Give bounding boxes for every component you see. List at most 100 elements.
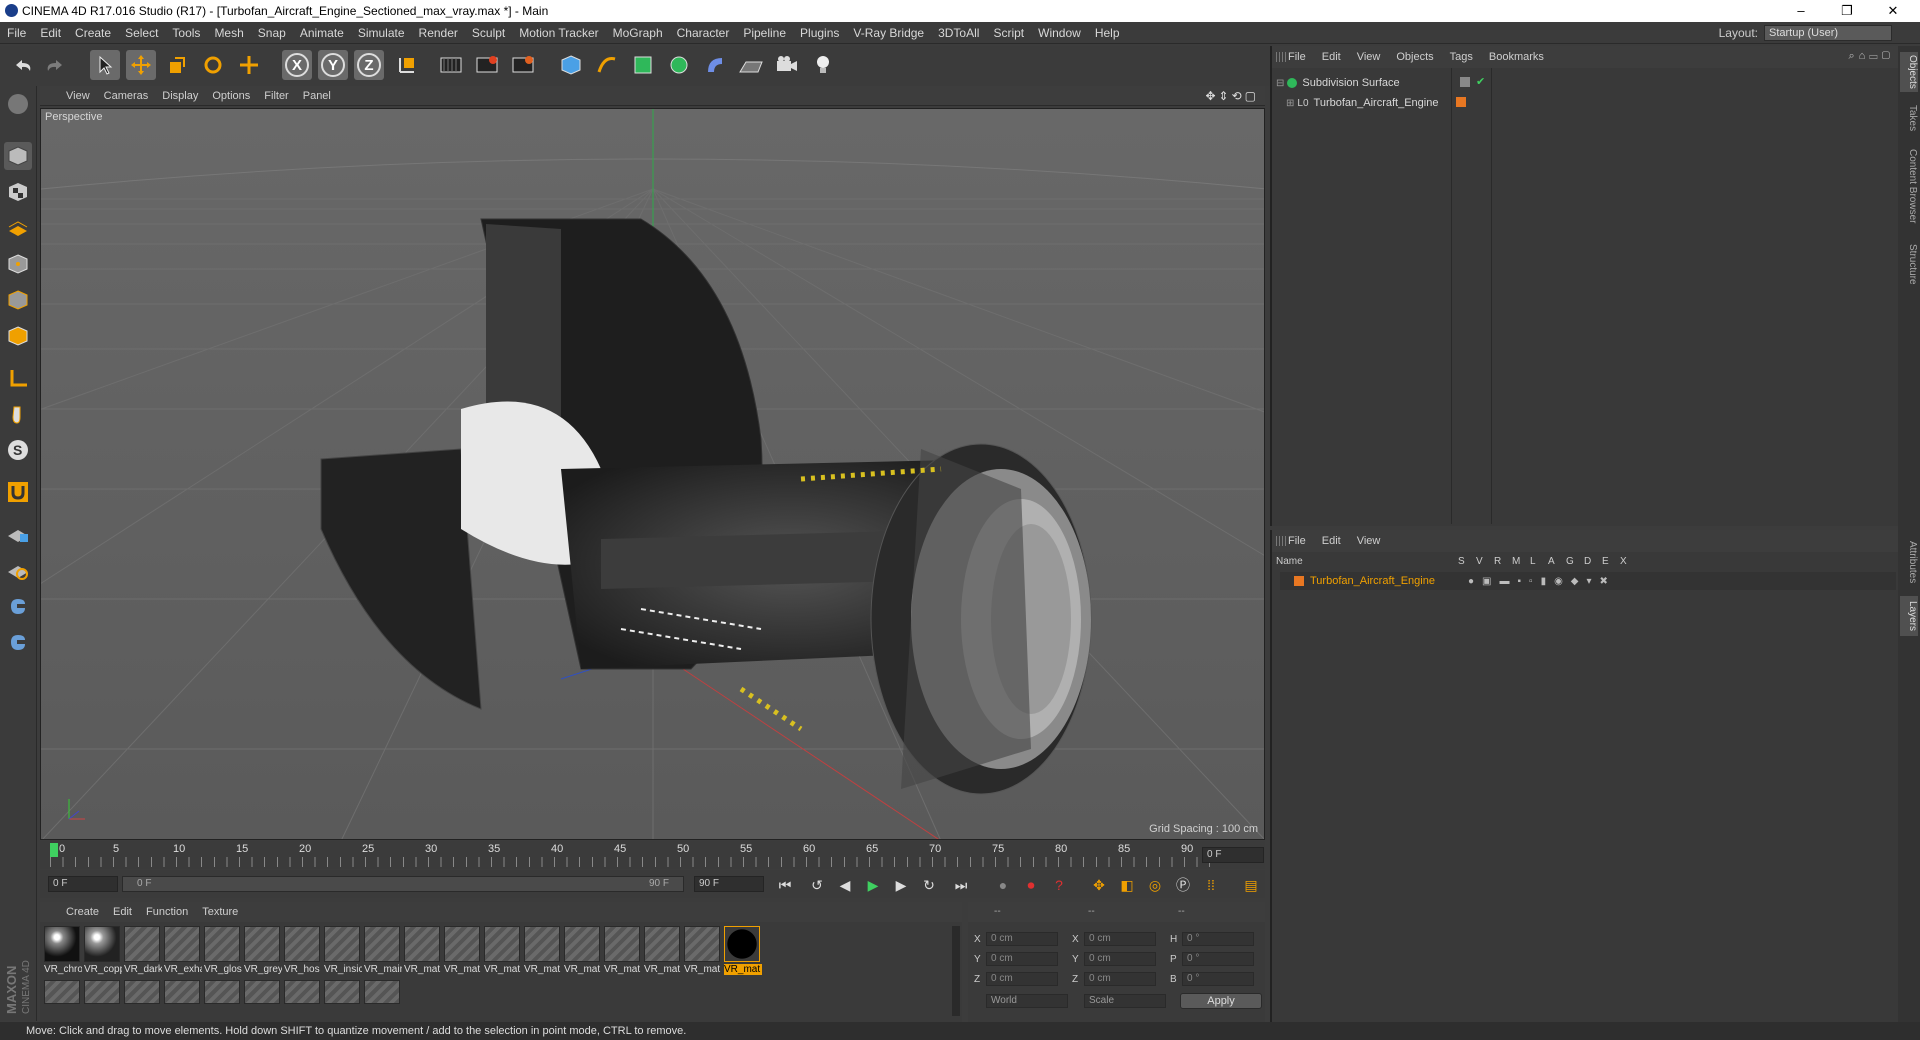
floor-scene-icon[interactable] — [736, 50, 766, 80]
last-tool-icon[interactable] — [234, 50, 264, 80]
workplane-mode-icon[interactable] — [4, 214, 32, 242]
key-rotation-icon[interactable]: ◎ — [1144, 874, 1166, 896]
material-swatch[interactable] — [444, 926, 480, 962]
menu-pipeline[interactable]: Pipeline — [736, 26, 793, 40]
visibility-toggle-icon[interactable] — [1460, 77, 1470, 87]
y-axis-lock-icon[interactable]: Y — [318, 50, 348, 80]
material-menu-function[interactable]: Function — [146, 906, 188, 918]
undo-icon[interactable] — [8, 50, 38, 80]
material-swatch[interactable] — [164, 980, 200, 1004]
collapse-icon[interactable]: ⊟ — [1276, 78, 1284, 89]
coord-scale-dropdown[interactable]: Scale — [1084, 994, 1166, 1008]
cube-primitive-icon[interactable] — [556, 50, 586, 80]
end-frame-field[interactable]: 90 F — [694, 876, 764, 892]
object-row-turbofan[interactable]: ⊞ L0 Turbofan_Aircraft_Engine — [1286, 94, 1466, 112]
light-bulb-icon[interactable] — [808, 50, 838, 80]
material-swatch[interactable] — [204, 980, 240, 1004]
select-arrow-icon[interactable] — [90, 50, 120, 80]
coord-pos-x-field[interactable]: 0 cm — [986, 932, 1058, 946]
menu-motion-tracker[interactable]: Motion Tracker — [512, 26, 605, 40]
camera-icon[interactable] — [772, 50, 802, 80]
points-mode-icon[interactable] — [4, 250, 32, 278]
material-menu-create[interactable]: Create — [66, 906, 99, 918]
viewport-menu-cameras[interactable]: Cameras — [104, 90, 149, 102]
snap-icon[interactable]: S — [4, 436, 32, 464]
go-to-end-icon[interactable]: ⏭ — [950, 874, 972, 896]
next-frame-icon[interactable]: ▶ — [890, 874, 912, 896]
material-scrollbar[interactable] — [952, 926, 960, 1016]
material-swatch[interactable] — [364, 980, 400, 1004]
model-mode-icon[interactable] — [4, 142, 32, 170]
record-keys-icon[interactable]: ● — [992, 874, 1014, 896]
material-swatch[interactable] — [404, 926, 440, 962]
objects-menu-file[interactable]: File — [1288, 51, 1306, 63]
objects-menu-edit[interactable]: Edit — [1322, 51, 1341, 63]
material-swatch[interactable] — [284, 926, 320, 962]
tab-attributes[interactable]: Attributes — [1900, 534, 1918, 590]
coord-size-y-field[interactable]: 0 cm — [1084, 952, 1156, 966]
play-icon[interactable]: ▶ — [862, 874, 884, 896]
minimize-icon[interactable]: – — [1778, 0, 1824, 22]
layers-menu-view[interactable]: View — [1357, 535, 1381, 547]
menu-edit[interactable]: Edit — [33, 26, 68, 40]
material-swatch[interactable] — [124, 926, 160, 962]
menu-animate[interactable]: Animate — [293, 26, 351, 40]
coord-size-x-field[interactable]: 0 cm — [1084, 932, 1156, 946]
coord-rot-p-field[interactable]: 0 ° — [1182, 952, 1254, 966]
close-icon[interactable]: ✕ — [1870, 0, 1916, 22]
timeline-window-icon[interactable]: ▤ — [1240, 874, 1262, 896]
menu-sculpt[interactable]: Sculpt — [465, 26, 512, 40]
material-swatch[interactable] — [204, 926, 240, 962]
coordinate-system-icon[interactable] — [392, 50, 422, 80]
objects-menu-objects[interactable]: Objects — [1396, 51, 1433, 63]
material-swatch[interactable] — [324, 926, 360, 962]
render-picture-viewer-icon[interactable] — [472, 50, 502, 80]
layer-color-swatch[interactable] — [1294, 576, 1304, 586]
go-to-start-icon[interactable]: ⏮ — [774, 874, 796, 896]
coord-pos-y-field[interactable]: 0 cm — [986, 952, 1058, 966]
menu-character[interactable]: Character — [670, 26, 737, 40]
magnet-icon[interactable] — [4, 478, 32, 506]
keyframe-selection-icon[interactable]: ? — [1048, 874, 1070, 896]
key-parameter-icon[interactable]: Ⓟ — [1172, 874, 1194, 896]
material-swatch[interactable] — [364, 926, 400, 962]
menu-snap[interactable]: Snap — [251, 26, 293, 40]
material-swatch[interactable] — [524, 926, 560, 962]
layer-color-icon[interactable] — [1456, 97, 1466, 107]
material-swatch[interactable] — [284, 980, 320, 1004]
axis-mode-icon[interactable] — [4, 364, 32, 392]
workplane-rotate-icon[interactable] — [4, 556, 32, 584]
objects-menu-bookmarks[interactable]: Bookmarks — [1489, 51, 1544, 63]
viewport-menu-view[interactable]: View — [66, 90, 90, 102]
redo-icon[interactable] — [40, 50, 70, 80]
search-icon[interactable]: ⌕⌂▭▢ — [1848, 50, 1894, 63]
layers-menu-edit[interactable]: Edit — [1322, 535, 1341, 547]
make-editable-icon[interactable] — [4, 90, 32, 118]
perspective-viewport[interactable]: Perspective Grid Spacing : 100 cm — [40, 108, 1265, 840]
material-swatch[interactable] — [684, 926, 720, 962]
tab-objects[interactable]: Objects — [1900, 52, 1918, 92]
autokey-icon[interactable]: ⏺ — [1020, 874, 1042, 896]
material-swatch[interactable] — [644, 926, 680, 962]
rotate-tool-icon[interactable] — [198, 50, 228, 80]
material-swatch[interactable] — [484, 926, 520, 962]
menu-tools[interactable]: Tools — [165, 26, 207, 40]
material-swatch[interactable] — [124, 980, 160, 1004]
key-pla-icon[interactable]: ⁞⁞ — [1200, 874, 1222, 896]
material-menu-edit[interactable]: Edit — [113, 906, 132, 918]
tweak-mode-icon[interactable] — [4, 400, 32, 428]
key-scale-icon[interactable]: ◧ — [1116, 874, 1138, 896]
restore-icon[interactable]: ❐ — [1824, 0, 1870, 22]
coord-rot-b-field[interactable]: 0 ° — [1182, 972, 1254, 986]
viewport-menu-display[interactable]: Display — [162, 90, 198, 102]
objects-menu-tags[interactable]: Tags — [1450, 51, 1473, 63]
previous-key-icon[interactable]: ↺ — [806, 874, 828, 896]
previous-frame-icon[interactable]: ◀ — [834, 874, 856, 896]
menu-simulate[interactable]: Simulate — [351, 26, 412, 40]
render-settings-icon[interactable] — [508, 50, 538, 80]
viewport-nav-icons[interactable]: ✥⇕⟲▢ — [1205, 89, 1259, 103]
material-swatch[interactable] — [44, 980, 80, 1004]
tab-structure[interactable]: Structure — [1900, 240, 1918, 288]
expand-icon[interactable]: ⊞ — [1286, 98, 1294, 109]
menu-window[interactable]: Window — [1031, 26, 1088, 40]
